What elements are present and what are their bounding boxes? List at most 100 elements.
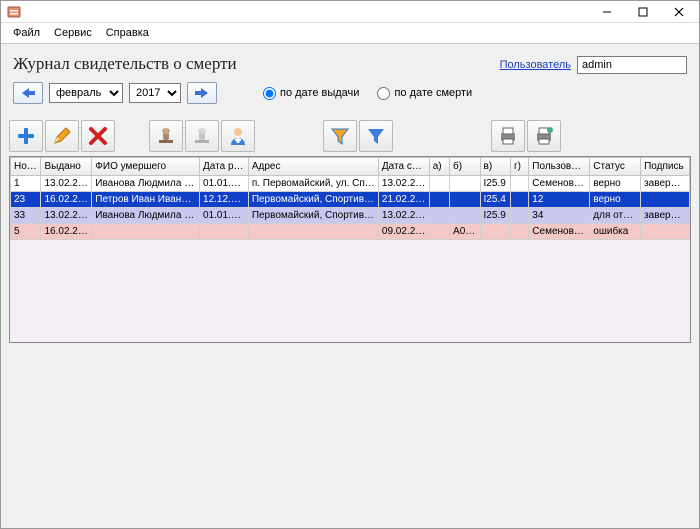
cell: [92, 224, 200, 240]
col-g[interactable]: г): [511, 158, 529, 176]
page-title: Журнал свидетельств о смерти: [13, 54, 237, 74]
cell: [450, 192, 480, 208]
close-button[interactable]: [661, 2, 697, 22]
app-icon: [7, 5, 21, 19]
col-b[interactable]: б): [450, 158, 480, 176]
user-label-link[interactable]: Пользователь: [500, 59, 571, 71]
cell: 01.01.1991: [200, 208, 249, 224]
cell: A02.2: [450, 224, 480, 240]
radio-by-death[interactable]: по дате смерти: [377, 87, 472, 100]
cell: [248, 224, 378, 240]
cell: 12: [529, 192, 590, 208]
table-row[interactable]: 3313.02.2017Иванова Людмила Ивановна01.0…: [11, 208, 690, 224]
cell: 23: [11, 192, 41, 208]
next-button[interactable]: [187, 82, 217, 104]
cell: [511, 208, 529, 224]
cell: ошибка: [590, 224, 641, 240]
col-v[interactable]: в): [480, 158, 510, 176]
cell: п. Первомайский, ул. Спортивная: [248, 176, 378, 192]
cell: 1: [11, 176, 41, 192]
cell: [450, 208, 480, 224]
cell: 34: [529, 208, 590, 224]
prev-button[interactable]: [13, 82, 43, 104]
cell: [511, 224, 529, 240]
cell: 01.01.1991: [200, 176, 249, 192]
cell: Первомайский, Спортивная, д.2, к: [248, 192, 378, 208]
edit-button[interactable]: [45, 120, 79, 152]
table-row[interactable]: 2316.02.2017Петров Иван Иванович12.12.19…: [11, 192, 690, 208]
radio-by-issue[interactable]: по дате выдачи: [263, 87, 359, 100]
stamp-button[interactable]: [149, 120, 183, 152]
titlebar: [1, 1, 699, 23]
col-a[interactable]: а): [429, 158, 449, 176]
cell: 13.02.2017: [41, 208, 92, 224]
cell: Иванова Людмила Ивановна: [92, 176, 200, 192]
user-field[interactable]: [577, 56, 687, 74]
cell: [429, 176, 449, 192]
cell: I25.4: [480, 192, 510, 208]
cell: [511, 176, 529, 192]
menubar: Файл Сервис Справка: [1, 23, 699, 44]
cell: 13.02.2017: [378, 208, 429, 224]
toolbar: [1, 114, 699, 156]
col-sign[interactable]: Подпись: [641, 158, 690, 176]
cell: 12.12.1987: [200, 192, 249, 208]
cell: 16.02.2017: [41, 192, 92, 208]
maximize-button[interactable]: [625, 2, 661, 22]
header-row: Номер Выдано ФИО умершего Дата рожд. Адр…: [11, 158, 690, 176]
cell: 16.02.2017: [41, 224, 92, 240]
cell: 21.02.2017: [378, 192, 429, 208]
filter-button[interactable]: [323, 120, 357, 152]
col-number[interactable]: Номер: [11, 158, 41, 176]
cell: Первомайский, Спортивная, д.2: [248, 208, 378, 224]
cell: 13.02.2017: [41, 176, 92, 192]
menu-service[interactable]: Сервис: [48, 25, 98, 41]
doctor-button[interactable]: [221, 120, 255, 152]
cell: [429, 224, 449, 240]
col-death[interactable]: Дата сме...: [378, 158, 429, 176]
menu-file[interactable]: Файл: [7, 25, 46, 41]
cell: 09.02.2017: [378, 224, 429, 240]
print-button[interactable]: [491, 120, 525, 152]
cell: заверено: [641, 176, 690, 192]
filter-clear-button[interactable]: [359, 120, 393, 152]
year-select[interactable]: 2017: [129, 83, 181, 103]
cell: Семенов И.И.: [529, 224, 590, 240]
delete-button[interactable]: [81, 120, 115, 152]
cell: [429, 208, 449, 224]
cell: [200, 224, 249, 240]
col-birth[interactable]: Дата рожд.: [200, 158, 249, 176]
add-button[interactable]: [9, 120, 43, 152]
cell: заверено: [641, 208, 690, 224]
data-grid[interactable]: Номер Выдано ФИО умершего Дата рожд. Адр…: [9, 156, 691, 343]
cell: [641, 224, 690, 240]
table-row[interactable]: 516.02.2017 09.02.2017 A02.2 Семенов И.И.ош…: [11, 224, 690, 240]
cell: для отчета: [590, 208, 641, 224]
col-issued[interactable]: Выдано: [41, 158, 92, 176]
cell: 33: [11, 208, 41, 224]
cell: 5: [11, 224, 41, 240]
month-select[interactable]: февраль: [49, 83, 123, 103]
stamp-cancel-button[interactable]: [185, 120, 219, 152]
cell: [641, 192, 690, 208]
table-row[interactable]: 113.02.2017Иванова Людмила Ивановна01.01…: [11, 176, 690, 192]
menu-help[interactable]: Справка: [100, 25, 155, 41]
cell: I25.9: [480, 208, 510, 224]
cell: [480, 224, 510, 240]
print-list-button[interactable]: [527, 120, 561, 152]
col-user[interactable]: Пользователь: [529, 158, 590, 176]
cell: верно: [590, 176, 641, 192]
grid-empty-area: [10, 240, 690, 342]
cell: Иванова Людмила Ивановна: [92, 208, 200, 224]
col-name[interactable]: ФИО умершего: [92, 158, 200, 176]
col-status[interactable]: Статус: [590, 158, 641, 176]
col-address[interactable]: Адрес: [248, 158, 378, 176]
cell: верно: [590, 192, 641, 208]
cell: Петров Иван Иванович: [92, 192, 200, 208]
minimize-button[interactable]: [589, 2, 625, 22]
cell: I25.9: [480, 176, 510, 192]
cell: [429, 192, 449, 208]
cell: [511, 192, 529, 208]
cell: 13.02.2017: [378, 176, 429, 192]
cell: Семенов И.И.: [529, 176, 590, 192]
